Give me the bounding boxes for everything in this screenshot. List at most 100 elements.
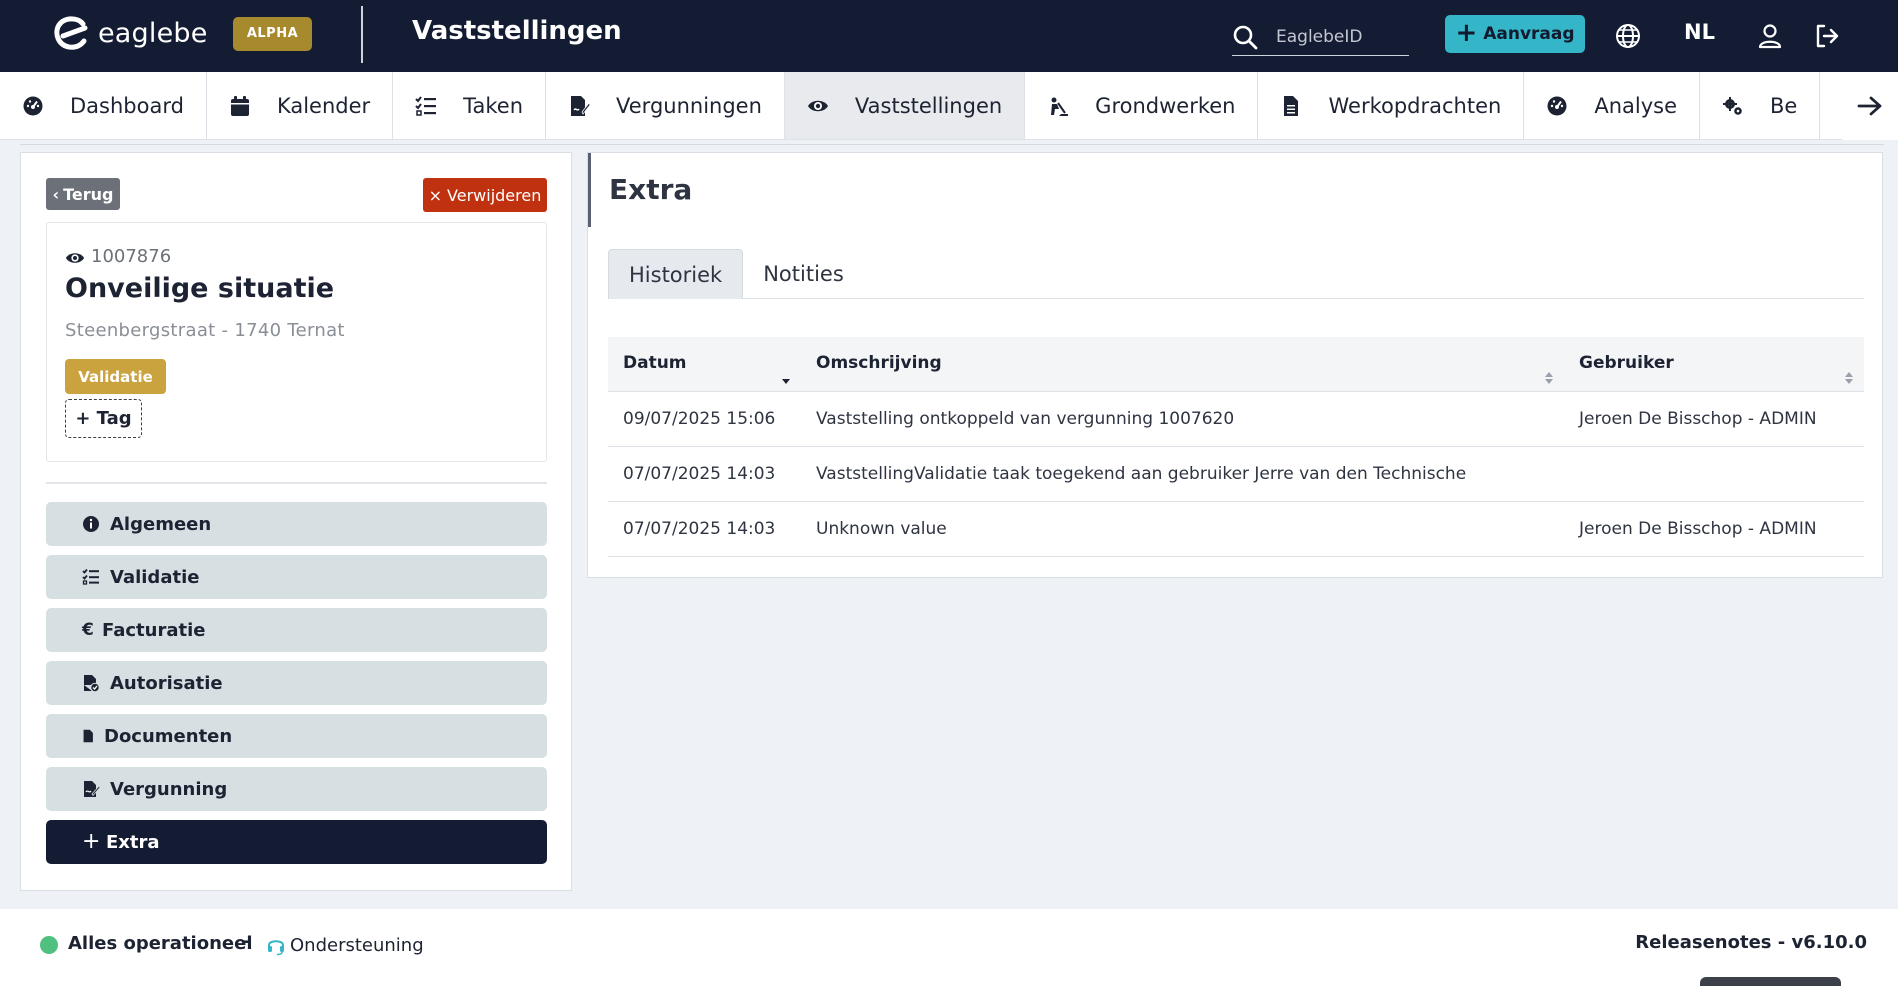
info-icon — [83, 516, 99, 532]
support-link[interactable]: Ondersteuning — [290, 935, 424, 956]
new-request-button[interactable]: + Aanvraag — [1445, 15, 1585, 53]
nav-item-analyse[interactable]: Analyse — [1524, 72, 1700, 139]
release-notes-link[interactable]: Releasenotes - v6.10.0 — [1635, 932, 1867, 953]
sort-desc-icon — [782, 379, 790, 384]
digging-icon — [1051, 97, 1069, 116]
column-label: Datum — [623, 353, 687, 373]
content-divider — [20, 144, 1884, 145]
menu-item-vergunning[interactable]: Vergunning — [46, 767, 547, 811]
euro-icon: € — [82, 620, 94, 640]
column-header-datum[interactable]: Datum — [608, 337, 801, 391]
section-title: Extra — [609, 173, 693, 206]
footer-separator: - — [242, 931, 250, 952]
cell-description: Vaststelling ontkoppeld van vergunning 1… — [816, 409, 1235, 429]
menu-label: Validatie — [110, 566, 200, 588]
gauge-icon — [1547, 96, 1567, 116]
footer-handle[interactable] — [1700, 977, 1841, 986]
menu-item-autorisatie[interactable]: Autorisatie — [46, 661, 547, 705]
menu-label: Autorisatie — [110, 672, 223, 694]
nav-label: Dashboard — [70, 94, 184, 118]
delete-label: Verwijderen — [447, 185, 542, 205]
menu-item-facturatie[interactable]: € Facturatie — [46, 608, 547, 652]
column-header-gebruiker[interactable]: Gebruiker — [1564, 337, 1864, 391]
tab-bar: Historiek Notities — [608, 249, 1864, 299]
header-divider — [361, 6, 363, 63]
search-input[interactable] — [1276, 26, 1401, 47]
nav-item-werkopdrachten[interactable]: Werkopdrachten — [1258, 72, 1525, 139]
nav-label: Analyse — [1594, 94, 1677, 118]
nav-label: Taken — [463, 94, 524, 118]
table-row[interactable]: 07/07/2025 14:03 Unknown value Jeroen De… — [608, 502, 1864, 557]
column-label: Omschrijving — [816, 353, 942, 373]
nav-item-kalender[interactable]: Kalender — [207, 72, 394, 139]
language-selector[interactable]: NL — [1684, 20, 1715, 44]
column-header-omschrijving[interactable]: Omschrijving — [801, 337, 1564, 391]
column-label: Gebruiker — [1579, 353, 1674, 373]
case-address: Steenbergstraat - 1740 Ternat — [65, 320, 345, 341]
cell-user: Jeroen De Bisschop - ADMIN — [1579, 519, 1817, 539]
add-tag-button[interactable]: + Tag — [65, 399, 142, 438]
nav-item-vaststellingen[interactable]: Vaststellingen — [784, 72, 1026, 139]
case-info-card: 1007876 Onveilige situatie Steenbergstra… — [46, 222, 547, 462]
menu-label: Algemeen — [110, 513, 212, 535]
delete-button[interactable]: × Verwijderen — [423, 178, 547, 212]
case-title: Onveilige situatie — [65, 273, 335, 304]
logo[interactable]: eaglebe — [52, 16, 208, 50]
extra-panel: Extra Historiek Notities Datum Omschrijv… — [587, 152, 1883, 578]
logout-icon[interactable] — [1813, 22, 1841, 50]
file-sign-icon — [84, 781, 100, 797]
plus-icon: + — [82, 829, 101, 854]
cell-user: Jeroen De Bisschop - ADMIN — [1579, 409, 1817, 429]
case-id: 1007876 — [91, 245, 172, 267]
sort-icon — [1845, 372, 1853, 384]
nav-label: Werkopdrachten — [1328, 94, 1502, 118]
file-icon — [83, 729, 93, 743]
nav-item-grondwerken[interactable]: Grondwerken — [1025, 72, 1259, 139]
search-icon[interactable] — [1232, 24, 1258, 50]
menu-item-extra[interactable]: + Extra — [46, 820, 547, 864]
nav-label: Vergunningen — [616, 94, 762, 118]
system-status[interactable]: Alles operationeel — [68, 933, 252, 954]
globe-icon[interactable] — [1614, 22, 1642, 50]
nav-scroll-right-button[interactable] — [1842, 72, 1898, 140]
nav-item-taken[interactable]: Taken — [393, 72, 547, 139]
menu-label: Extra — [106, 831, 160, 853]
table-row[interactable]: 07/07/2025 14:03 VaststellingValidatie t… — [608, 447, 1864, 502]
cell-date: 09/07/2025 15:06 — [623, 409, 776, 429]
back-label: Terug — [63, 184, 114, 204]
menu-item-validatie[interactable]: Validatie — [46, 555, 547, 599]
table-header: Datum Omschrijving Gebruiker — [608, 337, 1864, 392]
nav-item-dashboard[interactable]: Dashboard — [0, 72, 207, 139]
tab-historiek[interactable]: Historiek — [608, 249, 744, 299]
chevron-left-icon: ‹ — [52, 184, 60, 204]
headset-icon — [268, 940, 284, 956]
divider — [46, 482, 547, 484]
gears-icon — [1723, 97, 1742, 115]
logo-text: eaglebe — [98, 17, 208, 49]
section-accent — [588, 153, 591, 227]
user-icon[interactable] — [1756, 22, 1784, 50]
nav-label: Vaststellingen — [854, 94, 1003, 118]
menu-item-documenten[interactable]: Documenten — [46, 714, 547, 758]
menu-item-algemeen[interactable]: Algemeen — [46, 502, 547, 546]
tasks-icon — [415, 96, 437, 116]
nav-item-vergunningen[interactable]: Vergunningen — [546, 72, 785, 139]
calendar-icon — [230, 96, 249, 116]
cell-date: 07/07/2025 14:03 — [623, 464, 776, 484]
nav-label: Grondwerken — [1095, 94, 1236, 118]
nav-item-beheer[interactable]: Be — [1700, 72, 1821, 139]
checklist-icon — [82, 568, 99, 585]
table-row[interactable]: 09/07/2025 15:06 Vaststelling ontkoppeld… — [608, 392, 1864, 447]
top-bar: eaglebe ALPHA Vaststellingen + Aanvraag … — [0, 0, 1898, 72]
eaglebe-logo-icon — [54, 16, 88, 50]
cell-description: VaststellingValidatie taak toegekend aan… — [816, 464, 1467, 484]
document-icon — [1284, 96, 1299, 116]
back-button[interactable]: ‹ Terug — [46, 178, 120, 210]
tab-notities[interactable]: Notities — [743, 249, 864, 299]
main-nav: Dashboard Kalender Taken Vergunningen Va… — [0, 72, 1898, 140]
status-indicator-icon — [40, 936, 58, 954]
footer: Alles operationeel - Ondersteuning Relea… — [0, 909, 1898, 986]
eye-icon — [807, 100, 828, 112]
menu-label: Facturatie — [102, 619, 206, 641]
new-request-label: Aanvraag — [1483, 24, 1575, 44]
